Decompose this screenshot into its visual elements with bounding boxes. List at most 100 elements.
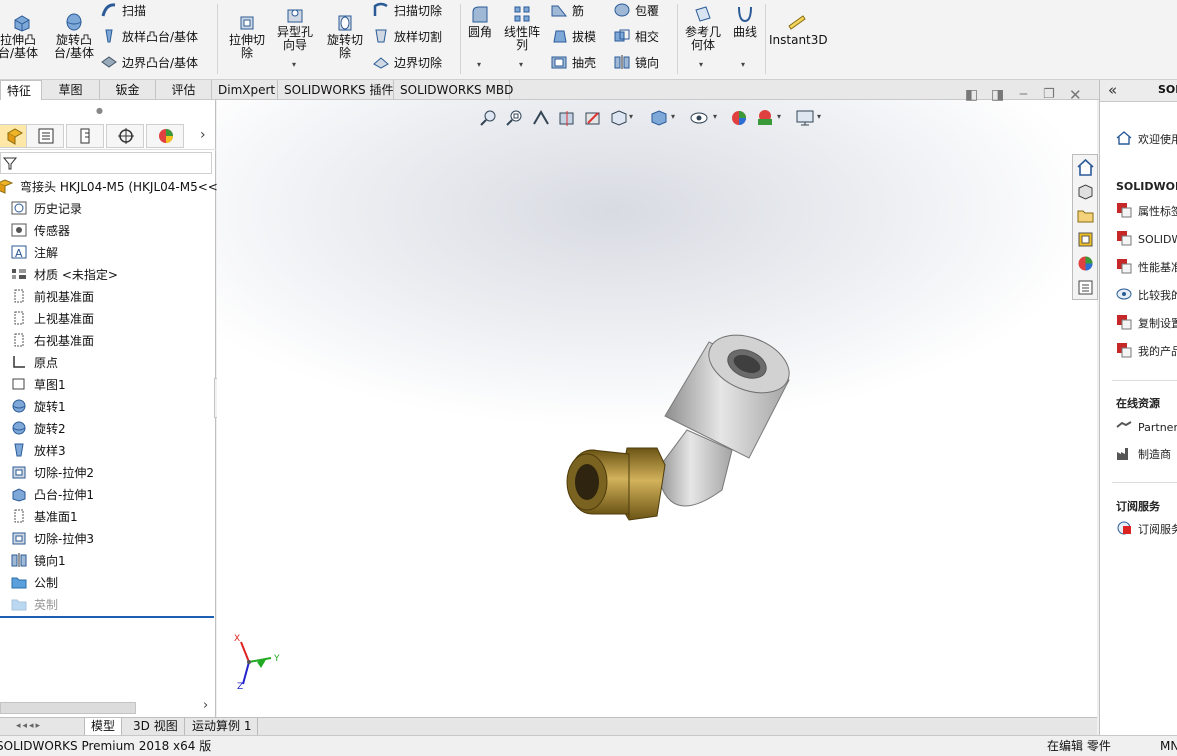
tree-item[interactable]: 传感器 (10, 220, 70, 242)
welcome-link[interactable]: 欢迎使用 (1116, 130, 1177, 148)
view-palette-icon[interactable] (1076, 230, 1095, 249)
instant3d-button[interactable]: Instant3D (769, 12, 828, 47)
tree-item[interactable]: 上视基准面 (10, 308, 94, 330)
elbow-fitting-model[interactable] (557, 330, 807, 530)
tree-item[interactable]: 放样3 (10, 440, 66, 462)
horizontal-scrollbar[interactable] (0, 702, 136, 714)
mirror-button[interactable]: 镜向 (613, 52, 659, 74)
curves-dropdown[interactable]: ▾ (741, 60, 745, 69)
solidworks-resource-link[interactable]: 复制设置 (1116, 314, 1177, 332)
file-explorer-icon[interactable] (1076, 206, 1095, 225)
draft-button[interactable]: 拔模 (550, 26, 596, 48)
boundary-boss-button[interactable]: 边界凸台/基体 (100, 52, 198, 74)
design-library-icon[interactable] (1076, 182, 1095, 201)
loft-cut-button[interactable]: 放样切割 (372, 26, 442, 48)
linear-pattern-dropdown[interactable]: ▾ (519, 60, 523, 69)
solidworks-resource-link[interactable]: 属性标签 (1116, 202, 1177, 220)
tree-item[interactable]: 公制 (10, 572, 58, 594)
tab-model[interactable]: 模型 (84, 718, 123, 736)
graphics-area[interactable]: ▾ ▾ ▾ ▾ ▾ ◧ ◨ ‒ ❐ ✕ X Y Z (217, 86, 1097, 717)
solidworks-resource-link[interactable]: 比较我的 (1116, 286, 1177, 304)
view-settings-dropdown[interactable]: ▾ (817, 112, 821, 121)
tree-item[interactable]: 英制 (10, 594, 58, 616)
solidworks-resource-link[interactable]: 我的产品 (1116, 342, 1177, 360)
extrude-cut-button[interactable]: 拉伸切除 (224, 12, 270, 60)
hole-wizard-button[interactable]: 异型孔向导 (272, 4, 318, 52)
solidworks-resource-link[interactable]: 性能基准 (1116, 258, 1177, 276)
collapse-pane-icon[interactable]: « (1108, 81, 1117, 99)
property-manager-tab[interactable] (26, 124, 64, 148)
panel-grip-icon[interactable]: ● (96, 106, 103, 115)
display-style-dropdown[interactable]: ▾ (671, 112, 675, 121)
hide-show-eye-icon[interactable] (689, 108, 709, 128)
dimxpert-manager-tab[interactable] (106, 124, 144, 148)
rib-button[interactable]: 筋 (550, 0, 584, 22)
tree-item[interactable]: 旋转1 (10, 396, 66, 418)
tree-item[interactable]: 右视基准面 (10, 330, 94, 352)
zoom-to-fit-icon[interactable] (479, 108, 499, 128)
tree-filter-box[interactable] (0, 152, 212, 174)
fillet-button[interactable]: 圆角 (464, 4, 496, 39)
revolve-boss-button[interactable]: 旋转凸台/基体 (50, 12, 98, 60)
tree-item[interactable]: 历史记录 (10, 198, 82, 220)
rollback-bar[interactable] (0, 616, 214, 618)
solidworks-resource-link[interactable]: SOLIDW (1116, 230, 1177, 248)
tree-item[interactable]: 镜向1 (10, 550, 66, 572)
tree-item[interactable]: 切除-拉伸3 (10, 528, 94, 550)
sweep-cut-button[interactable]: 扫描切除 (372, 0, 442, 22)
section-view-icon[interactable] (557, 108, 577, 128)
restore-icon[interactable]: ❐ (1043, 87, 1055, 102)
curves-button[interactable]: 曲线 (729, 4, 761, 39)
custom-properties-icon[interactable] (1076, 278, 1095, 297)
manufacturer-link[interactable]: 制造商 (1116, 445, 1171, 463)
previous-view-icon[interactable] (531, 108, 551, 128)
tab-motion-study[interactable]: 运动算例 1 (186, 718, 259, 736)
tile-left-icon[interactable]: ◧ (965, 87, 978, 103)
revolve-cut-button[interactable]: 旋转切除 (322, 12, 368, 60)
intersect-button[interactable]: 相交 (613, 26, 659, 48)
tab-sheet-metal[interactable]: 钣金 (100, 80, 156, 100)
sweep-button[interactable]: 扫描 (100, 0, 146, 22)
tree-item[interactable]: 草图1 (10, 374, 66, 396)
hole-wizard-dropdown[interactable]: ▾ (292, 60, 296, 69)
display-style-icon[interactable] (649, 108, 669, 128)
reference-geometry-button[interactable]: 参考几何体 (681, 4, 725, 52)
tile-right-icon[interactable]: ◨ (991, 87, 1004, 103)
scroll-right-icon[interactable]: › (203, 698, 208, 713)
configuration-manager-tab[interactable] (66, 124, 104, 148)
view-orientation-dropdown[interactable]: ▾ (629, 112, 633, 121)
boundary-cut-button[interactable]: 边界切除 (372, 52, 442, 74)
tab-solidworks-mbd[interactable]: SOLIDWORKS MBD (394, 80, 513, 100)
tree-item[interactable]: A 注解 (10, 242, 58, 264)
tree-item[interactable]: 凸台-拉伸1 (10, 484, 94, 506)
dynamic-annotation-icon[interactable] (583, 108, 603, 128)
tab-scroll-arrows-icon[interactable]: ◂◂◂▸ (16, 721, 78, 733)
shell-button[interactable]: 抽壳 (550, 52, 596, 74)
wrap-button[interactable]: 包覆 (613, 0, 659, 22)
tab-solidworks-addins[interactable]: SOLIDWORKS 插件 (278, 80, 394, 100)
hide-show-dropdown[interactable]: ▾ (713, 112, 717, 121)
reference-geometry-dropdown[interactable]: ▾ (699, 60, 703, 69)
subscription-link[interactable]: 订阅服务 (1116, 520, 1177, 538)
apply-scene-dropdown[interactable]: ▾ (777, 112, 781, 121)
zoom-to-area-icon[interactable] (505, 108, 525, 128)
tree-item[interactable]: 切除-拉伸2 (10, 462, 94, 484)
apply-scene-icon[interactable] (755, 108, 775, 128)
loft-boss-button[interactable]: 放样凸台/基体 (100, 26, 198, 48)
tree-item[interactable]: 材质 <未指定> (10, 264, 118, 286)
tree-item[interactable]: 基准面1 (10, 506, 78, 528)
close-icon[interactable]: ✕ (1069, 86, 1082, 104)
tree-item[interactable]: 原点 (10, 352, 58, 374)
linear-pattern-button[interactable]: 线性阵列 (500, 4, 544, 52)
tree-root-part[interactable]: 弯接头 HKJL04-M5 (HKJL04-M5<< (0, 176, 218, 198)
display-manager-tab[interactable] (146, 124, 184, 148)
tab-features[interactable]: 特征 (0, 80, 42, 100)
partner-link[interactable]: Partner (1116, 418, 1177, 436)
tree-item[interactable]: 旋转2 (10, 418, 66, 440)
tab-sketch[interactable]: 草图 (42, 80, 100, 100)
tab-evaluate[interactable]: 评估 (156, 80, 212, 100)
appearances-icon[interactable] (1076, 254, 1095, 273)
tree-item[interactable]: 前视基准面 (10, 286, 94, 308)
view-settings-monitor-icon[interactable] (795, 108, 815, 128)
fillet-dropdown[interactable]: ▾ (477, 60, 481, 69)
